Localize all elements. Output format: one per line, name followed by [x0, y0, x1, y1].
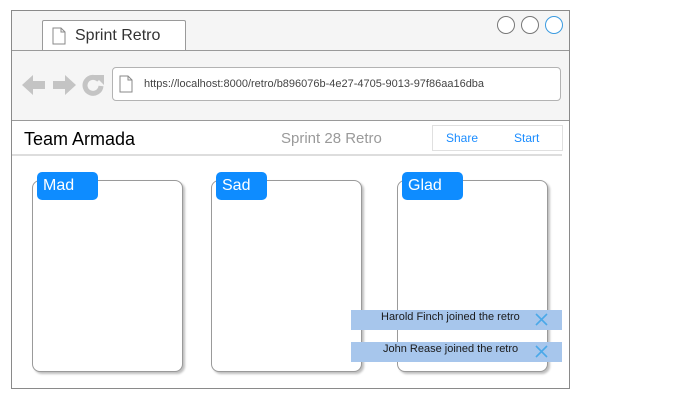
- page-icon: [119, 75, 133, 98]
- notification-text: Harold Finch joined the retro: [381, 311, 520, 323]
- column-mad[interactable]: [32, 180, 183, 372]
- browser-toolbar: https://localhost:8000/retro/b896076b-4e…: [12, 51, 569, 120]
- sprint-name: Sprint 28 Retro: [281, 130, 382, 147]
- url-text: https://localhost:8000/retro/b896076b-4e…: [144, 78, 485, 90]
- close-icon[interactable]: [535, 345, 548, 363]
- team-name: Team Armada: [24, 129, 136, 149]
- notification-toast: John Rease joined the retro: [351, 342, 562, 362]
- column-label-mad: Mad: [37, 172, 98, 200]
- maximize-button[interactable]: [521, 16, 539, 34]
- start-button[interactable]: Start: [514, 131, 539, 145]
- minimize-button[interactable]: [497, 16, 515, 34]
- share-button[interactable]: Share: [446, 131, 478, 145]
- column-sad[interactable]: [211, 180, 362, 372]
- reload-icon[interactable]: [82, 74, 104, 101]
- page-icon: [52, 27, 66, 50]
- forward-arrow-icon[interactable]: [52, 75, 76, 100]
- notification-text: John Rease joined the retro: [383, 343, 519, 355]
- header-actions: Share Start: [432, 125, 563, 151]
- notification-toast: Harold Finch joined the retro: [351, 310, 562, 330]
- back-arrow-icon[interactable]: [22, 75, 46, 100]
- address-bar[interactable]: https://localhost:8000/retro/b896076b-4e…: [112, 67, 561, 101]
- close-icon[interactable]: [535, 313, 548, 331]
- column-label-sad: Sad: [216, 172, 267, 200]
- close-window-button[interactable]: [545, 16, 563, 34]
- browser-tab[interactable]: Sprint Retro: [42, 20, 186, 51]
- header-divider: [12, 154, 562, 156]
- browser-window: Sprint Retro https://localhost:8000/retr…: [11, 10, 570, 389]
- tab-strip: Sprint Retro: [12, 11, 569, 51]
- retro-header: Team Armada Sprint 28 Retro Share Start: [12, 121, 569, 154]
- tab-title: Sprint Retro: [75, 27, 161, 44]
- column-label-glad: Glad: [402, 172, 463, 200]
